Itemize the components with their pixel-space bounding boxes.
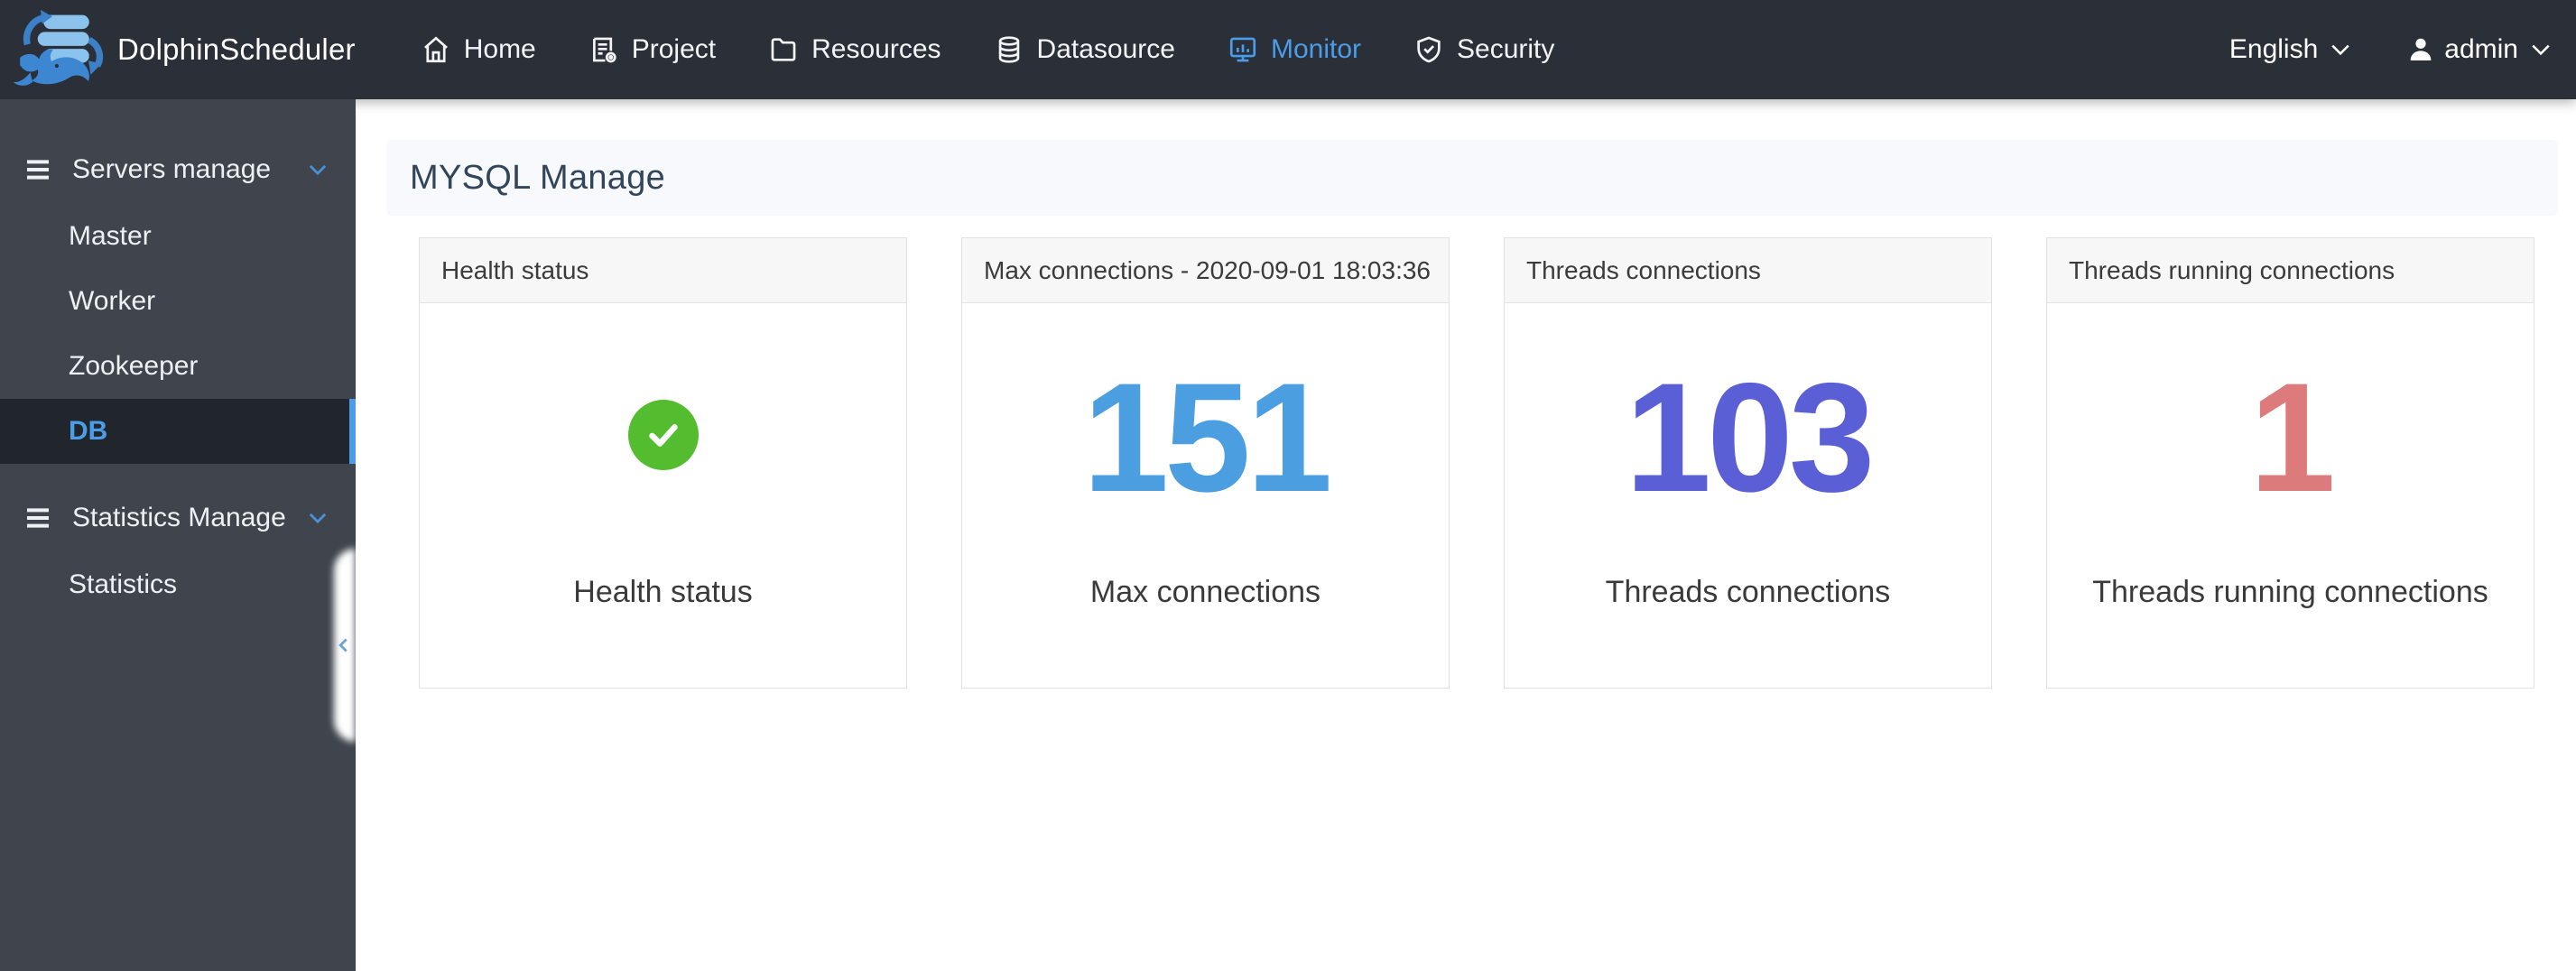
nav-item-label: Monitor — [1270, 34, 1361, 64]
sidebar-item-label: Master — [69, 221, 152, 251]
card-threads-running-connections: Threads running connections 1 Threads ru… — [2046, 237, 2534, 689]
nav-item-project[interactable]: Project — [588, 34, 716, 65]
user-icon — [2410, 38, 2432, 60]
card-label: Threads running connections — [2092, 575, 2488, 609]
project-icon — [592, 37, 616, 63]
check-circle-icon — [627, 400, 699, 470]
sidebar-item-label: Worker — [69, 286, 156, 316]
top-navigation-bar: DolphinScheduler Home Project Resources … — [0, 0, 2576, 99]
card-header: Threads running connections — [2047, 238, 2534, 303]
sidebar-item-label: Statistics — [69, 569, 178, 599]
security-icon — [1417, 36, 1441, 63]
sidebar-group-label: Servers manage — [72, 154, 272, 184]
nav-item-security[interactable]: Security — [1413, 34, 1554, 65]
app-title: DolphinScheduler — [117, 32, 356, 66]
menu-icon — [27, 160, 49, 180]
card-label: Threads connections — [1605, 575, 1891, 609]
nav-item-label: Datasource — [1036, 34, 1175, 64]
nav-item-label: Project — [631, 34, 717, 64]
brand[interactable]: DolphinScheduler — [13, 8, 356, 91]
card-body: 103 Threads connections — [1505, 303, 1991, 610]
card-body: Health status — [420, 303, 906, 610]
sidebar-item-label: Zookeeper — [69, 351, 199, 381]
chevron-down-icon — [309, 164, 327, 176]
user-menu[interactable]: admin — [2406, 34, 2554, 65]
sidebar-item-master[interactable]: Master — [0, 204, 356, 269]
card-max-connections: Max connections - 2020-09-01 18:03:36 15… — [961, 237, 1450, 689]
username-label: admin — [2444, 34, 2518, 64]
monitor-icon — [1229, 37, 1256, 62]
card-header: Health status — [420, 238, 906, 303]
nav-item-datasource[interactable]: Datasource — [994, 34, 1175, 65]
page-title: MYSQL Manage — [410, 158, 666, 197]
nav-item-label: Home — [463, 34, 536, 64]
card-body: 1 Threads running connections — [2047, 303, 2534, 610]
page-title-bar: MYSQL Manage — [386, 140, 2558, 216]
main-menu: Home Project Resources Datasource Monito… — [421, 34, 1554, 65]
home-icon — [423, 36, 448, 63]
card-label: Health status — [573, 575, 753, 609]
chevron-left-icon — [338, 638, 347, 652]
chevron-down-icon — [2331, 44, 2349, 56]
sidebar-group-label: Statistics Manage — [72, 503, 286, 532]
sidebar-item-worker[interactable]: Worker — [0, 269, 356, 334]
sidebar-item-db[interactable]: DB — [0, 399, 356, 464]
nav-item-label: Resources — [811, 34, 941, 64]
dolphin-scheduler-logo-icon — [13, 9, 104, 86]
metric-value: 151 — [1082, 351, 1333, 524]
metric-value: 1 — [2249, 351, 2336, 524]
language-label: English — [2229, 34, 2319, 64]
card-body: 151 Max connections — [962, 303, 1449, 610]
chevron-down-icon — [309, 513, 327, 524]
card-header: Max connections - 2020-09-01 18:03:36 — [962, 238, 1449, 303]
datasource-icon — [998, 36, 1019, 63]
card-health-status: Health status Health status — [419, 237, 907, 689]
card-threads-connections: Threads connections 103 Threads connecti… — [1504, 237, 1992, 689]
main-content: MYSQL Manage Health status Health status… — [356, 99, 2576, 971]
metric-cards-row: Health status Health status Max connecti… — [419, 237, 2534, 689]
sidebar-item-statistics[interactable]: Statistics — [0, 552, 356, 617]
chevron-down-icon — [2532, 44, 2550, 56]
sidebar-collapse-handle[interactable] — [332, 627, 356, 663]
check-icon — [648, 424, 678, 447]
card-header: Threads connections — [1505, 238, 1991, 303]
sidebar: Servers manage Master Worker Zookeeper D… — [0, 99, 356, 971]
nav-item-monitor[interactable]: Monitor — [1228, 34, 1361, 65]
menu-icon — [27, 508, 49, 528]
sidebar-group-servers-manage[interactable]: Servers manage — [0, 135, 356, 204]
language-selector[interactable]: English — [2229, 34, 2354, 65]
sidebar-group-statistics-manage[interactable]: Statistics Manage — [0, 484, 356, 552]
sidebar-item-label: DB — [69, 416, 108, 446]
nav-right-section: English admin — [2229, 34, 2554, 65]
nav-item-home[interactable]: Home — [421, 34, 536, 65]
resources-icon — [771, 38, 796, 61]
metric-value: 103 — [1625, 351, 1876, 524]
app-window: DolphinScheduler Home Project Resources … — [0, 0, 2576, 971]
card-label: Max connections — [1089, 575, 1321, 609]
sidebar-item-zookeeper[interactable]: Zookeeper — [0, 334, 356, 399]
nav-item-label: Security — [1457, 34, 1555, 64]
nav-item-resources[interactable]: Resources — [768, 34, 941, 65]
